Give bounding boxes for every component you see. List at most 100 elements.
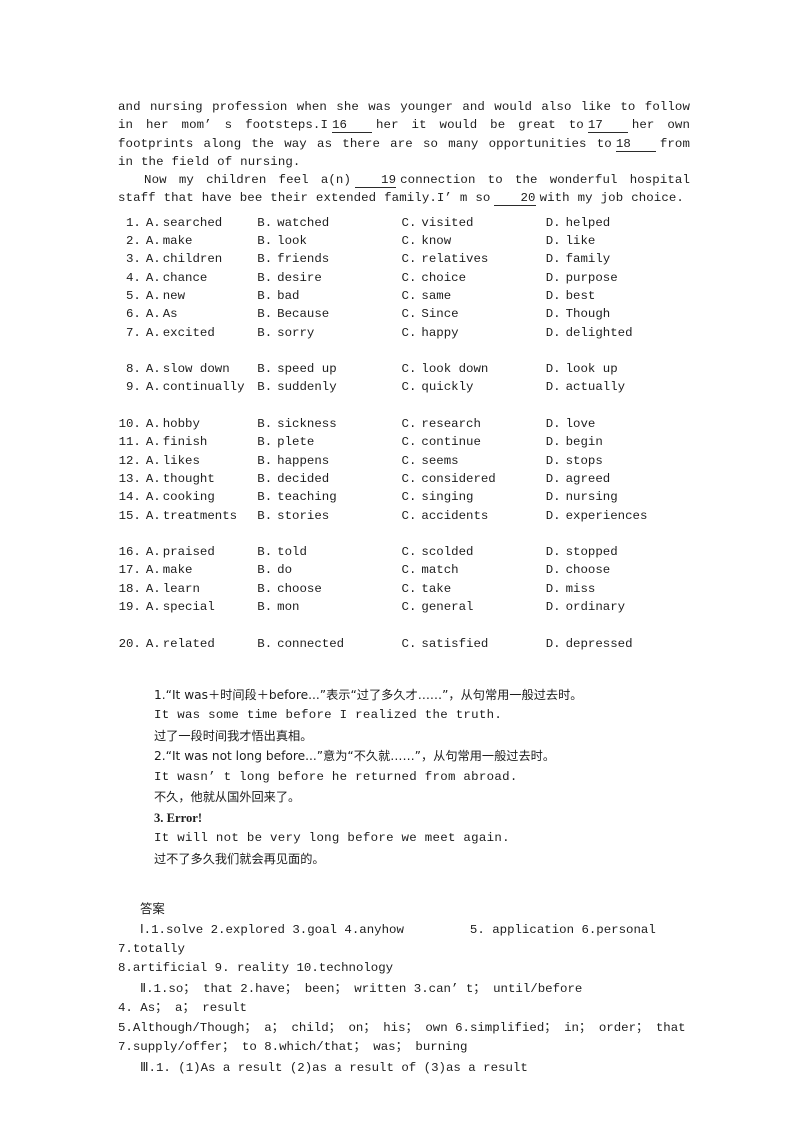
cloze-passage: and nursing profession when she was youn… xyxy=(118,98,690,208)
option-choice-b[interactable]: B. desire xyxy=(257,269,401,287)
option-choice-d[interactable]: D. choose xyxy=(546,561,690,579)
option-choice-a[interactable]: A. make xyxy=(146,232,257,250)
option-choice-c[interactable]: C. singing xyxy=(402,488,546,506)
option-choice-a[interactable]: A. chance xyxy=(146,269,257,287)
option-choice-b[interactable]: B. do xyxy=(257,561,401,579)
option-choice-d[interactable]: D. helped xyxy=(546,214,690,232)
option-choice-b[interactable]: B. Because xyxy=(257,305,401,323)
blank-18[interactable]: 18 xyxy=(615,137,656,152)
option-text: new xyxy=(162,288,186,303)
option-choice-d[interactable]: D. purpose xyxy=(546,269,690,287)
option-letter: D. xyxy=(545,270,561,285)
option-text: Because xyxy=(277,307,330,322)
option-choice-c[interactable]: C. quickly xyxy=(402,378,546,396)
option-choice-d[interactable]: D. like xyxy=(546,232,690,250)
option-choice-a[interactable]: A. thought xyxy=(146,470,257,488)
option-choice-b[interactable]: B. sickness xyxy=(257,415,401,433)
blank-17[interactable]: 17 xyxy=(587,118,628,134)
option-letter: D. xyxy=(545,581,561,596)
option-choice-a[interactable]: A. make xyxy=(146,561,257,579)
option-choice-c[interactable]: C. match xyxy=(402,561,546,579)
option-text: seems xyxy=(421,453,459,468)
option-choice-d[interactable]: D. begin xyxy=(546,433,690,451)
option-choice-d[interactable]: D. Though xyxy=(546,305,690,323)
option-choice-c[interactable]: C. visited xyxy=(402,214,546,232)
option-choice-d[interactable]: D. stopped xyxy=(546,543,690,561)
option-text: miss xyxy=(565,581,596,596)
option-choice-b[interactable]: B. look xyxy=(257,232,401,250)
option-choice-b[interactable]: B. speed up xyxy=(257,360,401,378)
option-choice-b[interactable]: B. bad xyxy=(257,287,401,305)
option-choice-d[interactable]: D. experiences xyxy=(546,507,690,525)
option-choice-d[interactable]: D. delighted xyxy=(546,324,690,342)
option-choice-c[interactable]: C. take xyxy=(402,580,546,598)
option-choice-a[interactable]: A. finish xyxy=(146,433,257,451)
option-choice-b[interactable]: B. decided xyxy=(257,470,401,488)
option-choice-d[interactable]: D. family xyxy=(546,250,690,268)
option-choice-c[interactable]: C. relatives xyxy=(402,250,546,268)
option-choice-b[interactable]: B. sorry xyxy=(257,324,401,342)
option-choice-d[interactable]: D. ordinary xyxy=(546,598,690,616)
option-choice-a[interactable]: A. continually xyxy=(146,378,257,396)
option-choice-b[interactable]: B. friends xyxy=(257,250,401,268)
option-choice-a[interactable]: A. special xyxy=(146,598,257,616)
option-choice-b[interactable]: B. plete xyxy=(257,433,401,451)
option-letter: C. xyxy=(401,600,417,615)
option-choice-a[interactable]: A. As xyxy=(146,305,257,323)
option-row-number: 11. xyxy=(118,435,141,450)
answer-line-5: 4. As； a； result xyxy=(118,1001,247,1016)
option-choice-b[interactable]: B. happens xyxy=(257,452,401,470)
option-choice-d[interactable]: D. agreed xyxy=(546,470,690,488)
option-choice-d[interactable]: D. actually xyxy=(546,378,690,396)
option-choice-b[interactable]: B. choose xyxy=(257,580,401,598)
option-choice-b[interactable]: B. told xyxy=(257,543,401,561)
option-choice-a[interactable]: A. cooking xyxy=(146,488,257,506)
option-choice-b[interactable]: B. suddenly xyxy=(257,378,401,396)
option-choice-a[interactable]: A. likes xyxy=(146,452,257,470)
option-choice-c[interactable]: C. Since xyxy=(402,305,546,323)
option-choice-a[interactable]: A. children xyxy=(146,250,257,268)
option-choice-c[interactable]: C. scolded xyxy=(402,543,546,561)
option-choice-d[interactable]: D. look up xyxy=(546,360,690,378)
blank-20[interactable]: 20 xyxy=(494,191,536,207)
option-choice-b[interactable]: B. stories xyxy=(257,507,401,525)
option-choice-b[interactable]: B. mon xyxy=(257,598,401,616)
option-choice-a[interactable]: A. slow down xyxy=(146,360,257,378)
option-choice-c[interactable]: C. know xyxy=(402,232,546,250)
option-choice-c[interactable]: C. happy xyxy=(402,324,546,342)
option-letter: D. xyxy=(545,234,561,249)
option-choice-a[interactable]: A. new xyxy=(146,287,257,305)
option-choice-a[interactable]: A. hobby xyxy=(146,415,257,433)
option-choice-c[interactable]: C. look down xyxy=(402,360,546,378)
option-choice-c[interactable]: C. seems xyxy=(402,452,546,470)
option-choice-c[interactable]: C. accidents xyxy=(402,507,546,525)
option-choice-c[interactable]: C. considered xyxy=(402,470,546,488)
option-text: know xyxy=(421,234,452,249)
option-choice-a[interactable]: A. treatments xyxy=(146,507,257,525)
option-choice-d[interactable]: D. miss xyxy=(546,580,690,598)
option-choice-b[interactable]: B. watched xyxy=(257,214,401,232)
option-choice-a[interactable]: A. searched xyxy=(146,214,257,232)
option-choice-c[interactable]: C. research xyxy=(402,415,546,433)
option-choice-d[interactable]: D. stops xyxy=(546,452,690,470)
option-choice-c[interactable]: C. continue xyxy=(402,433,546,451)
option-choice-a[interactable]: A. learn xyxy=(146,580,257,598)
option-choice-c[interactable]: C. same xyxy=(402,287,546,305)
option-choice-c[interactable]: C. general xyxy=(402,598,546,616)
option-choice-b[interactable]: B. connected xyxy=(257,635,401,653)
option-letter: D. xyxy=(545,362,561,377)
option-choice-d[interactable]: D. nursing xyxy=(546,488,690,506)
option-text: take xyxy=(421,581,452,596)
option-choice-a[interactable]: A. praised xyxy=(146,543,257,561)
option-choice-d[interactable]: D. love xyxy=(546,415,690,433)
option-choice-d[interactable]: D. best xyxy=(546,287,690,305)
option-choice-c[interactable]: C. satisfied xyxy=(402,635,546,653)
option-choice-d[interactable]: D. depressed xyxy=(546,635,690,653)
option-choice-a[interactable]: A. related xyxy=(146,635,257,653)
option-choice-b[interactable]: B. teaching xyxy=(257,488,401,506)
blank-19[interactable]: 19 xyxy=(355,173,397,189)
option-letter: B. xyxy=(257,636,273,651)
option-choice-a[interactable]: A. excited xyxy=(146,324,257,342)
blank-16[interactable]: 16 xyxy=(332,118,372,134)
option-choice-c[interactable]: C. choice xyxy=(402,269,546,287)
